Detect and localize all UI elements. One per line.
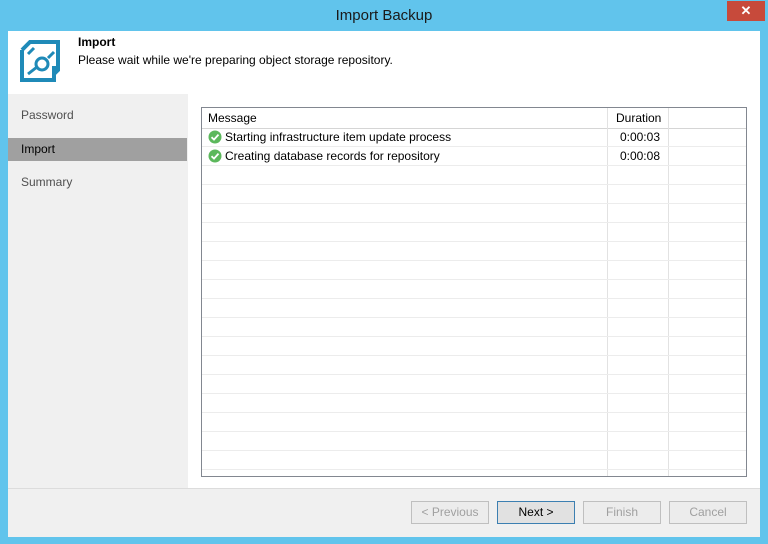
- log-row[interactable]: Starting infrastructure item update proc…: [202, 128, 746, 147]
- log-row[interactable]: Creating database records for repository…: [202, 147, 746, 166]
- step-title: Import: [78, 35, 116, 49]
- wizard-content: Message Duration Starting infrastructure…: [188, 94, 760, 488]
- log-message: Starting infrastructure item update proc…: [225, 130, 452, 144]
- empty-log-row: [202, 280, 746, 299]
- empty-log-row: [202, 204, 746, 223]
- empty-log-row: [202, 356, 746, 375]
- empty-log-row: [202, 375, 746, 394]
- nav-step-password[interactable]: Password: [8, 104, 187, 127]
- log-message: Creating database records for repository: [225, 149, 440, 163]
- success-check-icon: [208, 130, 222, 144]
- empty-log-row: [202, 413, 746, 432]
- nav-step-import[interactable]: Import: [8, 138, 187, 161]
- wizard-step-list: Password Import Summary: [8, 94, 187, 488]
- empty-log-row: [202, 451, 746, 470]
- previous-button[interactable]: < Previous: [411, 501, 489, 524]
- success-check-icon: [208, 149, 222, 163]
- empty-log-row: [202, 299, 746, 318]
- log-duration: 0:00:08: [619, 149, 660, 163]
- backup-import-icon: [15, 37, 65, 87]
- nav-step-summary[interactable]: Summary: [8, 171, 187, 194]
- log-duration: 0:00:03: [619, 130, 660, 144]
- empty-log-row: [202, 242, 746, 261]
- wizard-footer: < Previous Next > Finish Cancel: [8, 488, 760, 537]
- cancel-button[interactable]: Cancel: [669, 501, 747, 524]
- empty-log-row: [202, 337, 746, 356]
- wizard-header: Import Please wait while we're preparing…: [8, 31, 760, 94]
- empty-log-row: [202, 166, 746, 185]
- log-grid[interactable]: Message Duration Starting infrastructure…: [201, 107, 747, 477]
- finish-button[interactable]: Finish: [583, 501, 661, 524]
- empty-log-row: [202, 318, 746, 337]
- empty-log-row: [202, 394, 746, 413]
- log-grid-header: Message Duration: [202, 108, 746, 129]
- empty-log-row: [202, 432, 746, 451]
- empty-log-row: [202, 185, 746, 204]
- column-header-message[interactable]: Message: [208, 108, 257, 128]
- import-backup-window: Import Backup ✕ Import Please wait while…: [0, 0, 768, 544]
- window-title: Import Backup: [335, 7, 433, 24]
- step-description: Please wait while we're preparing object…: [78, 53, 393, 67]
- empty-log-row: [202, 261, 746, 280]
- next-button[interactable]: Next >: [497, 501, 575, 524]
- wizard-client-area: Import Please wait while we're preparing…: [8, 31, 760, 537]
- close-button[interactable]: ✕: [727, 1, 765, 21]
- column-header-duration[interactable]: Duration: [616, 108, 661, 128]
- title-bar[interactable]: Import Backup ✕: [0, 0, 768, 30]
- empty-log-row: [202, 223, 746, 242]
